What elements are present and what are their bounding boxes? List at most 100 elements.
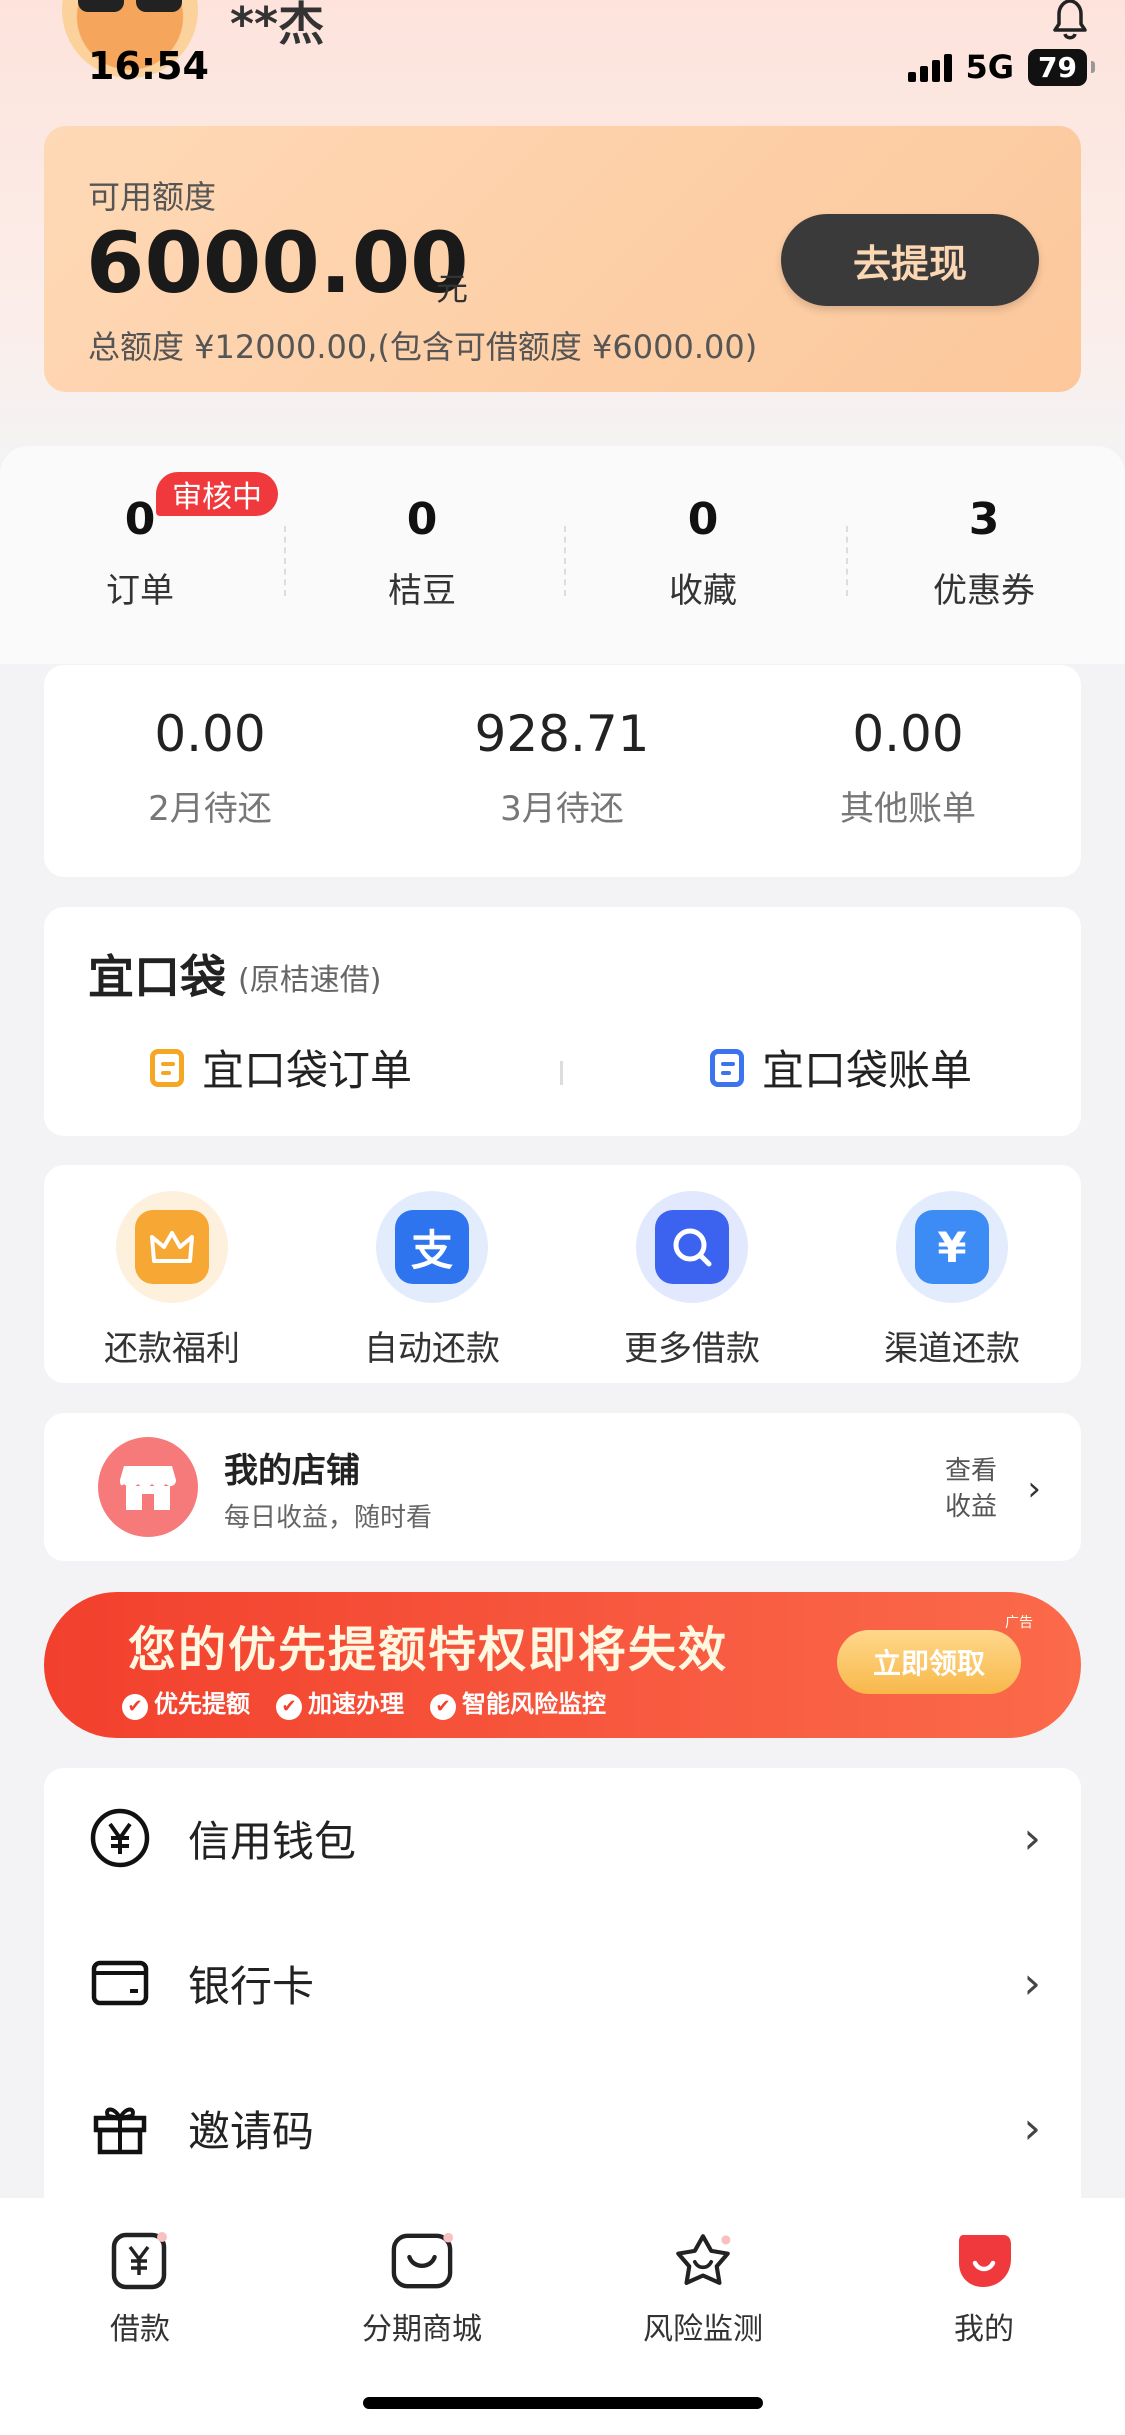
stat-beans[interactable]: 0 桔豆 [322, 494, 522, 612]
crown-icon [116, 1191, 228, 1303]
network-type: 5G [965, 48, 1015, 86]
stat-label: 桔豆 [388, 571, 456, 611]
bill-value: 928.71 [474, 705, 650, 763]
shop-title: 我的店铺 [224, 1451, 360, 1491]
yen-circle-icon [90, 1808, 150, 1868]
quick-label: 还款福利 [104, 1329, 240, 1369]
claim-button[interactable]: 立即领取 [837, 1630, 1021, 1694]
quick-repay-benefit[interactable]: 还款福利 [72, 1191, 272, 1370]
divider [284, 526, 286, 596]
sunglasses-icon [78, 0, 182, 12]
bill-label: 2月待还 [148, 789, 272, 829]
bill-feb[interactable]: 0.00 2月待还 [60, 705, 360, 830]
profile-icon [952, 2228, 1016, 2292]
credit-amount: 6000.00 [86, 214, 469, 312]
bill-label: 3月待还 [500, 789, 624, 829]
credit-unit: 元 [436, 270, 469, 308]
search-icon [636, 1191, 748, 1303]
status-badge: 审核中 [156, 472, 278, 516]
stat-label: 收藏 [669, 571, 737, 611]
stat-coupons[interactable]: 3 优惠券 [884, 494, 1084, 612]
withdraw-button[interactable]: 去提现 [781, 214, 1039, 306]
menu-label: 邀请码 [188, 2106, 315, 2156]
quick-actions: 还款福利 支 自动还款 更多借款 ¥ 渠道还款 [44, 1165, 1081, 1383]
status-time: 16:54 [88, 44, 209, 88]
bill-mar[interactable]: 928.71 3月待还 [412, 705, 712, 830]
tab-loan[interactable]: 借款 [40, 2228, 240, 2348]
banner-feature: 加速办理 [276, 1684, 404, 1720]
view-earnings-line2: 收益 [944, 1492, 997, 1522]
quick-label: 更多借款 [624, 1329, 760, 1369]
bell-icon[interactable] [1045, 0, 1095, 44]
banner-feature: 智能风险监控 [430, 1684, 606, 1720]
credit-card: 可用额度 6000.00 元 总额度 ¥12000.00,(包含可借额度 ¥60… [44, 126, 1081, 392]
document-icon [710, 1048, 744, 1087]
shop-subtitle: 每日收益，随时看 [224, 1503, 433, 1533]
stat-favorites[interactable]: 0 收藏 [603, 494, 803, 612]
tab-mall[interactable]: 分期商城 [322, 2228, 522, 2348]
banner-features: 优先提额 加速办理 智能风险监控 [122, 1684, 606, 1720]
alipay-icon: 支 [376, 1191, 488, 1303]
stat-label: 订单 [106, 571, 174, 611]
quick-label: 渠道还款 [884, 1329, 1020, 1369]
bills-card: 0.00 2月待还 928.71 3月待还 0.00 其他账单 [44, 665, 1081, 877]
chevron-right-icon: › [1023, 1812, 1041, 1864]
quick-more-loans[interactable]: 更多借款 [592, 1191, 792, 1370]
pocket-orders-link[interactable]: 宜口袋订单 [150, 1037, 412, 1098]
tab-label: 风险监测 [643, 2312, 763, 2347]
banner-headline: 您的优先提额特权即将失效 [128, 1622, 729, 1678]
yen-icon: ¥ [896, 1191, 1008, 1303]
credit-total: 总额度 ¥12000.00,(包含可借额度 ¥6000.00) [88, 328, 758, 366]
document-icon [150, 1048, 184, 1087]
pocket-card: 宜口袋 (原桔速借) 宜口袋订单 宜口袋账单 [44, 907, 1081, 1136]
tab-label: 我的 [954, 2312, 1014, 2347]
tab-risk-monitor[interactable]: 风险监测 [603, 2228, 803, 2348]
star-icon [671, 2228, 735, 2292]
gift-icon [93, 2107, 147, 2155]
quick-channel-repay[interactable]: ¥ 渠道还款 [852, 1191, 1052, 1370]
mall-icon [390, 2228, 454, 2292]
banner-feature: 优先提额 [122, 1684, 250, 1720]
card-icon [91, 1960, 149, 2006]
pocket-bills-label: 宜口袋账单 [762, 1046, 973, 1095]
quick-label: 自动还款 [364, 1329, 500, 1369]
pocket-subtitle: (原桔速借) [238, 963, 382, 998]
divider [560, 1061, 563, 1085]
store-icon [98, 1437, 198, 1537]
chevron-right-icon: › [1023, 2102, 1041, 2154]
menu-bank-card[interactable]: 银行卡 › [44, 1913, 1081, 2053]
my-shop-card[interactable]: 我的店铺 每日收益，随时看 查看 收益 › [44, 1413, 1081, 1561]
stat-label: 优惠券 [933, 571, 1035, 611]
menu-credit-wallet[interactable]: 信用钱包 › [44, 1768, 1081, 1908]
menu-invite-code[interactable]: 邀请码 › [44, 2058, 1081, 2198]
battery-indicator: 79 [1028, 48, 1095, 86]
divider [564, 526, 566, 596]
quick-auto-repay[interactable]: 支 自动还款 [332, 1191, 532, 1370]
tab-label: 借款 [110, 2312, 170, 2347]
home-indicator [363, 2397, 763, 2409]
username: **杰 [230, 0, 325, 51]
stat-value: 3 [968, 494, 1000, 545]
divider [846, 526, 848, 596]
view-earnings-line1: 查看 [944, 1456, 997, 1486]
menu-label: 信用钱包 [188, 1816, 357, 1866]
tab-profile[interactable]: 我的 [884, 2228, 1084, 2348]
bill-other[interactable]: 0.00 其他账单 [758, 705, 1058, 830]
tab-label: 分期商城 [362, 2312, 482, 2347]
pocket-logo: 宜口袋 [88, 950, 226, 1004]
pocket-bills-link[interactable]: 宜口袋账单 [710, 1037, 972, 1098]
pocket-orders-label: 宜口袋订单 [202, 1046, 413, 1095]
ad-label: 广告 [1005, 1615, 1033, 1631]
signal-icon [907, 52, 952, 82]
stat-value: 0 [406, 494, 438, 545]
bill-label: 其他账单 [840, 789, 976, 829]
chevron-right-icon: › [1027, 1469, 1041, 1509]
bill-value: 0.00 [852, 705, 964, 763]
promo-banner[interactable]: 您的优先提额特权即将失效 优先提额 加速办理 智能风险监控 广告 立即领取 [44, 1592, 1081, 1738]
chevron-right-icon: › [1023, 1957, 1041, 2009]
bill-value: 0.00 [154, 705, 266, 763]
status-indicators: 5G 79 [907, 48, 1095, 86]
credit-label: 可用额度 [88, 178, 217, 216]
view-earnings-link[interactable]: 查看 收益 [941, 1453, 1001, 1525]
stat-value: 0 [687, 494, 719, 545]
